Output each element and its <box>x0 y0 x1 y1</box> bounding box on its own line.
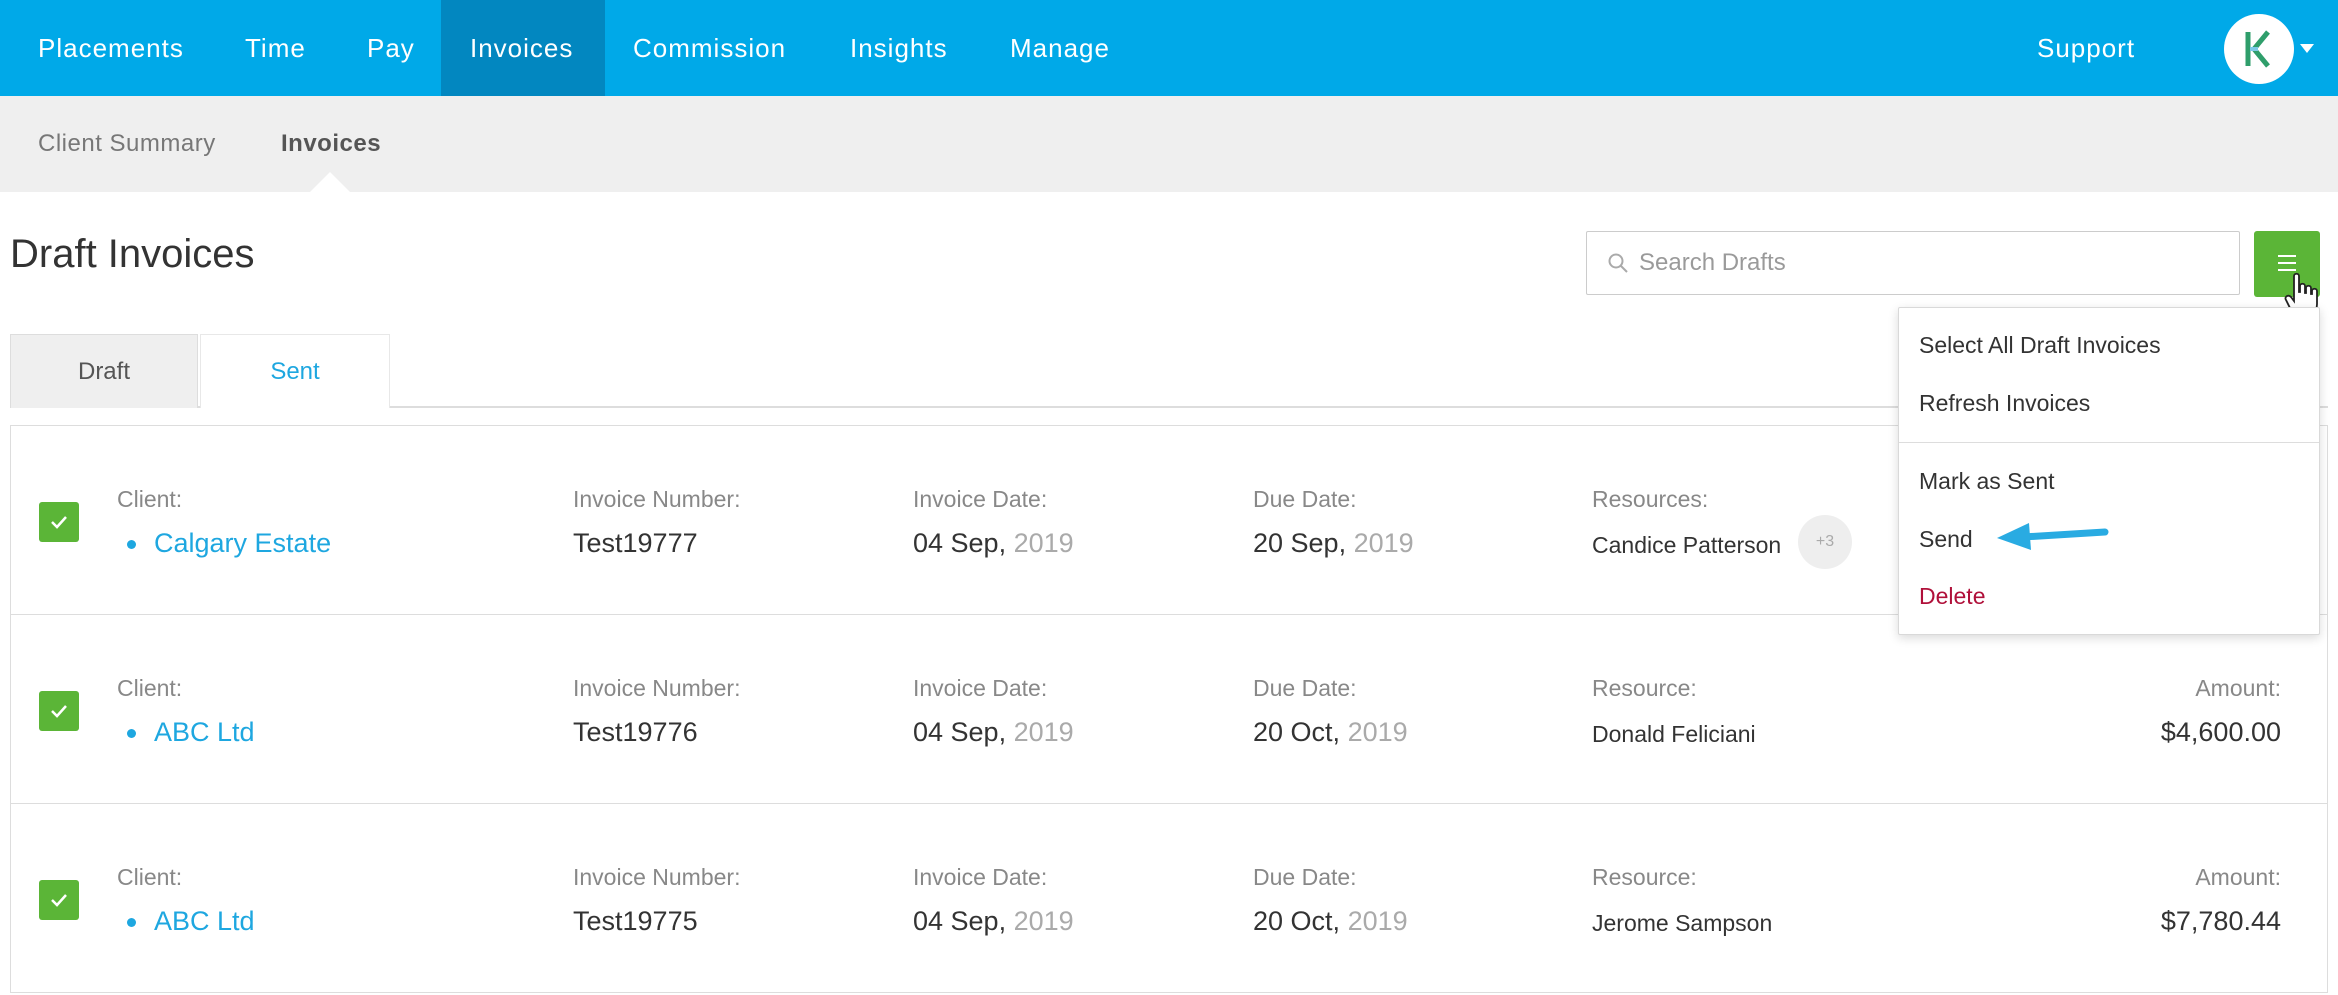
menu-item-mark-as-sent[interactable]: Mark as Sent <box>1919 468 2055 495</box>
invoice-number: Test19776 <box>573 717 698 747</box>
invoice-number-label: Invoice Number: <box>573 864 741 890</box>
client-label: Client: <box>117 486 183 512</box>
nav-placements[interactable]: Placements <box>38 0 184 96</box>
due-date: 20 Oct, 2019 <box>1253 717 1408 748</box>
invoice-date-label: Invoice Date: <box>913 675 1048 701</box>
row-checkbox[interactable] <box>39 880 79 920</box>
tab-draft[interactable]: Draft <box>10 334 198 408</box>
client-label: Client: <box>117 864 183 890</box>
invoice-number: Test19775 <box>573 906 698 936</box>
invoice-date-year: 2019 <box>1013 717 1074 747</box>
search-box <box>1586 231 2240 295</box>
invoice-date-label: Invoice Date: <box>913 486 1048 512</box>
resource-label: Resource: <box>1592 864 1697 890</box>
nav-insights[interactable]: Insights <box>850 0 948 96</box>
client-label: Client: <box>117 675 183 701</box>
check-icon <box>51 516 67 529</box>
invoice-number-label: Invoice Number: <box>573 675 741 701</box>
due-date-label: Due Date: <box>1253 675 1357 701</box>
nav-manage[interactable]: Manage <box>1010 0 1110 96</box>
row-checkbox[interactable] <box>39 502 79 542</box>
extra-resources-badge[interactable]: +3 <box>1798 515 1852 569</box>
hamburger-icon <box>2278 255 2296 271</box>
due-date-day: 20 Sep, <box>1253 528 1347 558</box>
avatar[interactable] <box>2224 14 2294 84</box>
amount-value: $4,600.00 <box>2160 717 2281 747</box>
menu-divider <box>1899 442 2319 443</box>
invoice-row: Client: ABC Ltd Invoice Number: Test1977… <box>10 614 2328 804</box>
due-date-year: 2019 <box>1347 906 1408 936</box>
due-date-label: Due Date: <box>1253 486 1357 512</box>
logo-k-icon <box>2245 30 2270 68</box>
search-input[interactable] <box>1639 232 2229 294</box>
client-bullet <box>127 540 136 549</box>
invoice-date: 04 Sep, 2019 <box>913 717 1074 748</box>
resource-label: Resources: <box>1592 486 1709 512</box>
check-icon <box>51 705 67 718</box>
nav-pay[interactable]: Pay <box>367 0 415 96</box>
invoice-row: Client: ABC Ltd Invoice Number: Test1977… <box>10 803 2328 993</box>
client-link[interactable]: ABC Ltd <box>154 717 255 748</box>
subnav-active-pointer <box>310 172 350 192</box>
due-date-day: 20 Oct, <box>1253 906 1341 936</box>
client-bullet <box>127 918 136 927</box>
amount-value: $7,780.44 <box>2160 906 2281 936</box>
check-icon <box>51 894 67 907</box>
invoice-number: Test19777 <box>573 528 698 558</box>
due-date-year: 2019 <box>1347 717 1408 747</box>
sub-nav: Client Summary Invoices <box>0 96 2338 192</box>
top-nav: Placements Time Pay Invoices Commission … <box>0 0 2338 96</box>
chevron-down-icon[interactable] <box>2300 44 2314 53</box>
due-date: 20 Oct, 2019 <box>1253 906 1408 937</box>
invoice-date-year: 2019 <box>1013 528 1074 558</box>
menu-item-select-all[interactable]: Select All Draft Invoices <box>1919 332 2161 359</box>
menu-item-delete[interactable]: Delete <box>1919 583 1985 610</box>
menu-item-send[interactable]: Send <box>1919 526 1973 553</box>
nav-commission[interactable]: Commission <box>633 0 786 96</box>
amount-label: Amount: <box>2195 864 2281 890</box>
invoice-date-day: 04 Sep, <box>913 717 1007 747</box>
invoice-number-label: Invoice Number: <box>573 486 741 512</box>
menu-item-refresh[interactable]: Refresh Invoices <box>1919 390 2090 417</box>
invoice-date-year: 2019 <box>1013 906 1074 936</box>
invoice-date: 04 Sep, 2019 <box>913 528 1074 559</box>
due-date-year: 2019 <box>1353 528 1414 558</box>
client-bullet <box>127 729 136 738</box>
invoice-date: 04 Sep, 2019 <box>913 906 1074 937</box>
due-date-label: Due Date: <box>1253 864 1357 890</box>
invoice-date-day: 04 Sep, <box>913 906 1007 936</box>
amount-label: Amount: <box>2195 675 2281 701</box>
subnav-client-summary[interactable]: Client Summary <box>38 96 216 192</box>
resource-label: Resource: <box>1592 675 1697 701</box>
nav-invoices[interactable]: Invoices <box>441 0 605 96</box>
invoice-date-day: 04 Sep, <box>913 528 1007 558</box>
arrow-left-icon <box>1997 523 2109 550</box>
due-date: 20 Sep, 2019 <box>1253 528 1414 559</box>
due-date-day: 20 Oct, <box>1253 717 1341 747</box>
resource-name: Jerome Sampson <box>1592 910 1773 936</box>
invoice-date-label: Invoice Date: <box>913 864 1048 890</box>
search-icon <box>1608 253 1628 273</box>
row-checkbox[interactable] <box>39 691 79 731</box>
resource-name: Candice Patterson <box>1592 532 1782 558</box>
nav-time[interactable]: Time <box>245 0 306 96</box>
resource-name: Donald Feliciani <box>1592 721 1756 747</box>
nav-support[interactable]: Support <box>2037 0 2135 96</box>
page-title: Draft Invoices <box>10 232 255 276</box>
client-link[interactable]: Calgary Estate <box>154 528 331 559</box>
actions-dropdown: Select All Draft Invoices Refresh Invoic… <box>1898 307 2320 635</box>
tab-sent[interactable]: Sent <box>200 334 390 408</box>
client-link[interactable]: ABC Ltd <box>154 906 255 937</box>
